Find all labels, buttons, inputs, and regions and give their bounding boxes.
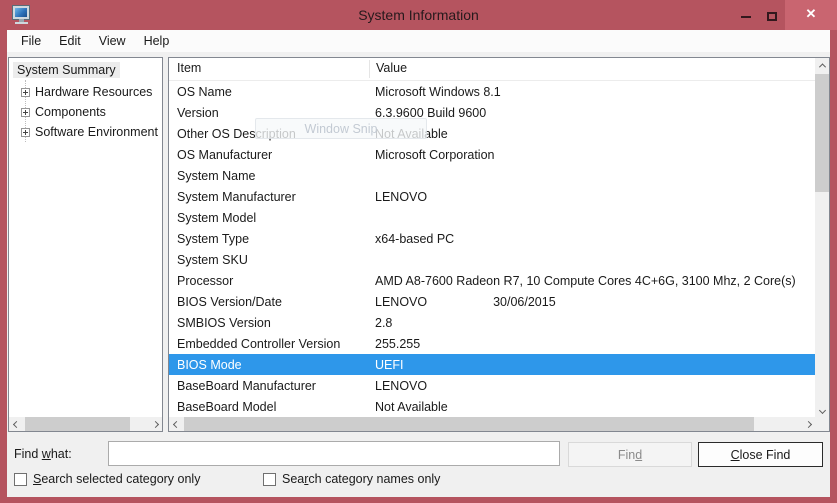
close-button[interactable]: ✕ [785, 0, 837, 30]
table-row[interactable]: BIOS Version/DateLENOVO 30/06/2015 [169, 291, 815, 312]
value-cell: x64-based PC [368, 232, 815, 246]
scrollbar-corner [815, 417, 829, 431]
value-cell: Microsoft Corporation [368, 148, 815, 162]
menu-bar: FileEditViewHelp [7, 30, 830, 52]
checkbox-label: Search selected category only [33, 472, 200, 486]
menu-item-help[interactable]: Help [135, 31, 179, 51]
column-header-value[interactable]: Value [376, 61, 407, 75]
table-row[interactable]: System Typex64-based PC [169, 228, 815, 249]
tree-item-system-summary[interactable]: System Summary [13, 62, 120, 78]
table-row[interactable]: BaseBoard ModelNot Available [169, 396, 815, 417]
column-header-item[interactable]: Item [177, 61, 201, 75]
tree-item-label: Hardware Resources [35, 85, 152, 99]
value-cell: UEFI [368, 358, 815, 372]
details-list-panel: Item Value OS NameMicrosoft Windows 8.1 V… [168, 57, 830, 432]
menu-item-file[interactable]: File [12, 31, 50, 51]
expand-plus-icon[interactable] [21, 128, 30, 137]
scrollbar-thumb[interactable] [25, 417, 130, 431]
item-cell: OS Manufacturer [169, 148, 368, 162]
scroll-down-icon[interactable] [815, 403, 829, 417]
minimize-icon [741, 16, 751, 18]
item-cell: SMBIOS Version [169, 316, 368, 330]
expand-plus-icon[interactable] [21, 108, 30, 117]
value-cell: LENOVO 30/06/2015 [368, 295, 815, 309]
value-cell: Microsoft Windows 8.1 [368, 85, 815, 99]
item-cell: BIOS Version/Date [169, 295, 368, 309]
search-selected-category-option: Search selected category only [14, 472, 200, 486]
title-bar: System Information ✕ [0, 0, 837, 30]
find-button[interactable]: Find [568, 442, 692, 467]
item-cell: Processor [169, 274, 368, 288]
list-vscrollbar[interactable] [815, 58, 829, 417]
item-cell: Embedded Controller Version [169, 337, 368, 351]
table-row[interactable]: Embedded Controller Version255.255 [169, 333, 815, 354]
item-cell: System SKU [169, 253, 368, 267]
close-icon: ✕ [806, 6, 817, 22]
maximize-icon [767, 12, 777, 21]
scroll-right-icon[interactable] [801, 417, 815, 431]
window-title: System Information [0, 0, 837, 30]
table-row[interactable]: OS ManufacturerMicrosoft Corporation [169, 144, 815, 165]
tree-item-label: Components [35, 105, 106, 119]
minimize-button[interactable] [733, 0, 759, 30]
tree-items: Hardware Resources Components Software Env… [9, 82, 162, 142]
scrollbar-thumb[interactable] [184, 417, 754, 431]
content-area: System Summary Hardware Resources Compone… [7, 52, 830, 497]
find-input[interactable] [108, 441, 560, 466]
item-cell: BaseBoard Model [169, 400, 368, 414]
menu-item-edit[interactable]: Edit [50, 31, 90, 51]
scroll-left-icon[interactable] [169, 417, 183, 431]
value-cell: LENOVO [368, 190, 815, 204]
value-cell: Not Available [368, 400, 815, 414]
close-find-button[interactable]: Close Find [698, 442, 823, 467]
table-row[interactable]: SMBIOS Version2.8 [169, 312, 815, 333]
column-separator[interactable] [369, 60, 370, 78]
scroll-up-icon[interactable] [815, 58, 829, 72]
value-cell: 2.8 [368, 316, 815, 330]
item-cell: System Manufacturer [169, 190, 368, 204]
item-cell: BIOS Mode [169, 358, 368, 372]
category-tree-panel: System Summary Hardware Resources Compone… [8, 57, 163, 432]
scroll-left-icon[interactable] [9, 417, 23, 431]
value-cell: 6.3.9600 Build 9600 [368, 106, 815, 120]
tree-item-label: Software Environment [35, 125, 158, 139]
table-row[interactable]: System Name [169, 165, 815, 186]
table-row[interactable]: System ManufacturerLENOVO [169, 186, 815, 207]
table-row[interactable]: ProcessorAMD A8-7600 Radeon R7, 10 Compu… [169, 270, 815, 291]
table-row[interactable]: OS NameMicrosoft Windows 8.1 [169, 81, 815, 102]
system-information-window: System Information ✕ FileEditViewHelp Sy… [0, 0, 837, 503]
window-controls: ✕ [733, 0, 837, 30]
item-cell: System Model [169, 211, 368, 225]
maximize-button[interactable] [759, 0, 785, 30]
table-row[interactable]: BaseBoard ManufacturerLENOVO [169, 375, 815, 396]
value-cell: LENOVO [368, 379, 815, 393]
value-cell: Not Available [368, 127, 815, 141]
window-snip-ghost: Window Snip [255, 118, 427, 139]
tree-item-software-environment[interactable]: Software Environment [9, 122, 162, 142]
search-category-names-checkbox[interactable] [263, 473, 276, 486]
expand-plus-icon[interactable] [21, 88, 30, 97]
tree-hscrollbar[interactable] [9, 417, 162, 431]
find-what-label: Find what: [14, 447, 72, 461]
tree-item-hardware-resources[interactable]: Hardware Resources [9, 82, 162, 102]
item-cell: System Name [169, 169, 368, 183]
table-row[interactable]: System Model [169, 207, 815, 228]
search-selected-category-checkbox[interactable] [14, 473, 27, 486]
item-cell: BaseBoard Manufacturer [169, 379, 368, 393]
item-cell: OS Name [169, 85, 368, 99]
list-hscrollbar[interactable] [169, 417, 815, 431]
menu-item-view[interactable]: View [90, 31, 135, 51]
item-cell: System Type [169, 232, 368, 246]
table-row[interactable]: BIOS ModeUEFI [169, 354, 815, 375]
value-cell: AMD A8-7600 Radeon R7, 10 Compute Cores … [368, 274, 815, 288]
scrollbar-thumb[interactable] [815, 74, 829, 192]
table-row[interactable]: System SKU [169, 249, 815, 270]
scroll-right-icon[interactable] [148, 417, 162, 431]
value-cell: 255.255 [368, 337, 815, 351]
search-category-names-option: Search category names only [263, 472, 440, 486]
checkbox-label: Search category names only [282, 472, 440, 486]
tree-item-components[interactable]: Components [9, 102, 162, 122]
list-header: Item Value [169, 58, 815, 81]
